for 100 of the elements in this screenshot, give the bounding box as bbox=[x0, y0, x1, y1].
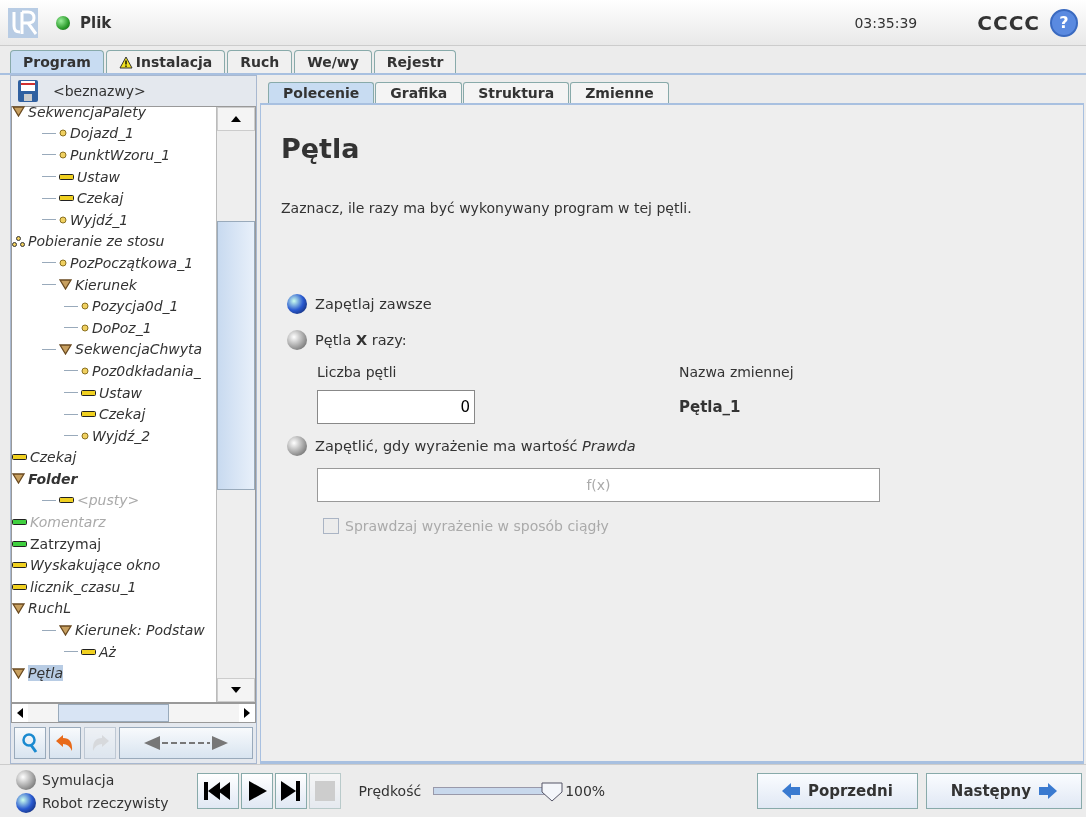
radio-button[interactable] bbox=[16, 792, 36, 813]
tree-item[interactable]: Aż bbox=[99, 643, 116, 660]
rewind-icon bbox=[203, 782, 232, 800]
speed-label: Prędkość bbox=[358, 783, 422, 799]
tree-item[interactable]: DoPoz_1 bbox=[92, 319, 152, 336]
warning-icon bbox=[118, 55, 133, 69]
radio-button[interactable] bbox=[16, 769, 36, 790]
tree-item[interactable]: SekwencjaPalety bbox=[28, 103, 146, 120]
dot-icon bbox=[59, 258, 67, 267]
tree-item[interactable]: Kierunek: Podstaw bbox=[75, 622, 205, 639]
dot-icon bbox=[81, 431, 89, 440]
bar-icon bbox=[59, 195, 74, 202]
step-button[interactable] bbox=[274, 773, 307, 809]
tree-item[interactable]: SekwencjaChwyta bbox=[75, 341, 203, 358]
bar-icon bbox=[81, 389, 96, 396]
mode-label: Robot rzeczywisty bbox=[42, 794, 169, 811]
tab[interactable]: Ruch bbox=[227, 50, 293, 73]
undo-button[interactable] bbox=[49, 727, 81, 759]
tab[interactable]: Grafika bbox=[375, 82, 463, 103]
tree-item[interactable]: Pobieranie ze stosu bbox=[28, 233, 165, 250]
tree-item[interactable]: Poz0dkładania_ bbox=[92, 362, 201, 379]
dot-icon bbox=[81, 323, 89, 332]
dot-icon bbox=[59, 151, 67, 159]
slider-thumb[interactable] bbox=[541, 782, 564, 802]
tree-item[interactable]: Wyjdź_2 bbox=[92, 427, 151, 444]
right-arrow-icon[interactable] bbox=[244, 708, 250, 718]
rewind-button[interactable] bbox=[196, 773, 239, 809]
triangle-icon bbox=[59, 343, 72, 355]
tab[interactable]: Struktura bbox=[463, 82, 570, 103]
up-arrow-icon[interactable] bbox=[231, 116, 241, 122]
loop-count-field[interactable]: 0 bbox=[317, 390, 475, 424]
dot-icon bbox=[81, 366, 89, 375]
dot-icon bbox=[59, 129, 67, 138]
tab[interactable]: Program bbox=[10, 50, 104, 73]
next-button[interactable]: Następny bbox=[925, 773, 1082, 809]
dot-icon bbox=[81, 302, 89, 311]
tab[interactable]: Zmienne bbox=[570, 82, 669, 103]
tree-item[interactable]: Ustaw bbox=[77, 168, 121, 185]
down-arrow-icon[interactable] bbox=[231, 687, 241, 693]
save-icon[interactable] bbox=[17, 79, 39, 103]
vertical-scrollbar[interactable] bbox=[216, 107, 255, 702]
radio-button[interactable] bbox=[287, 294, 307, 314]
radio-button[interactable] bbox=[287, 436, 307, 456]
tree-item[interactable]: Kierunek bbox=[75, 276, 137, 293]
dot-icon bbox=[59, 215, 67, 224]
tree-item[interactable]: Wyskakujące okno bbox=[30, 557, 161, 574]
bar-icon bbox=[12, 562, 27, 569]
move-button[interactable] bbox=[119, 727, 253, 759]
tree-item[interactable]: Czekaj bbox=[30, 449, 77, 466]
skip-icon bbox=[280, 781, 301, 801]
tree-item[interactable]: Czekaj bbox=[99, 406, 146, 423]
tab[interactable]: Polecenie bbox=[268, 82, 375, 103]
option-label: Zapętlaj zawsze bbox=[315, 296, 432, 312]
tree-item[interactable]: Wyjdź_1 bbox=[70, 211, 129, 228]
option-label: Pętla X razy: bbox=[315, 332, 407, 348]
bar-icon bbox=[12, 540, 27, 547]
play-icon bbox=[246, 781, 267, 801]
previous-button[interactable]: Poprzedni bbox=[756, 773, 918, 809]
tab[interactable]: We/wy bbox=[294, 50, 372, 73]
bar-icon bbox=[12, 583, 27, 590]
undo-arrow-icon bbox=[55, 734, 75, 752]
bar-icon bbox=[59, 173, 74, 180]
search-button[interactable] bbox=[14, 727, 46, 759]
expression-field[interactable]: f(x) bbox=[317, 468, 880, 502]
tree-item[interactable]: Dojazd_1 bbox=[70, 125, 134, 142]
command-title: Pętla bbox=[281, 133, 361, 164]
bar-icon bbox=[12, 519, 27, 526]
right-arrow-icon bbox=[1039, 783, 1057, 799]
left-arrow-icon bbox=[781, 783, 800, 799]
left-arrow-icon[interactable] bbox=[17, 708, 23, 718]
tree-item[interactable]: Pętla bbox=[28, 665, 63, 682]
tree-item[interactable]: Ustaw bbox=[99, 384, 143, 401]
tree-item[interactable]: Zatrzymaj bbox=[30, 535, 102, 552]
tree-item[interactable]: PozPoczątkowa_1 bbox=[70, 254, 194, 271]
tree-item[interactable]: RuchL bbox=[28, 600, 71, 617]
double-arrow-icon bbox=[144, 736, 228, 750]
option-label: Zapętlić, gdy wyrażenie ma wartość Prawda bbox=[315, 438, 636, 454]
speed-value: 100% bbox=[565, 783, 606, 799]
horizontal-scrollbar[interactable] bbox=[11, 703, 256, 723]
tab[interactable]: Rejestr bbox=[373, 50, 457, 73]
bar-icon bbox=[12, 454, 27, 461]
triangle-icon bbox=[59, 624, 72, 636]
tree-item[interactable]: licznik_czasu_1 bbox=[30, 578, 137, 595]
tree-item[interactable]: Czekaj bbox=[77, 190, 124, 207]
mode-label: Symulacja bbox=[42, 771, 115, 788]
tree-item[interactable]: Folder bbox=[28, 470, 78, 487]
play-button[interactable] bbox=[240, 773, 273, 809]
tree-item[interactable]: PunktWzoru_1 bbox=[70, 147, 171, 163]
program-filename: <beznazwy> bbox=[53, 83, 146, 99]
triangle-icon bbox=[12, 473, 25, 485]
triangle-icon bbox=[12, 667, 25, 679]
file-menu[interactable]: Plik bbox=[80, 13, 112, 32]
triangle-icon bbox=[59, 279, 72, 291]
search-icon bbox=[21, 733, 39, 753]
checkbox-label: Sprawdzaj wyrażenie w sposób ciągły bbox=[345, 518, 609, 534]
tree-item[interactable]: Pozycja0d_1 bbox=[92, 298, 179, 315]
field-label: Liczba pętli bbox=[317, 364, 398, 380]
radio-button[interactable] bbox=[287, 330, 307, 350]
tab[interactable]: Instalacja bbox=[105, 50, 226, 73]
bar-icon bbox=[59, 497, 74, 504]
